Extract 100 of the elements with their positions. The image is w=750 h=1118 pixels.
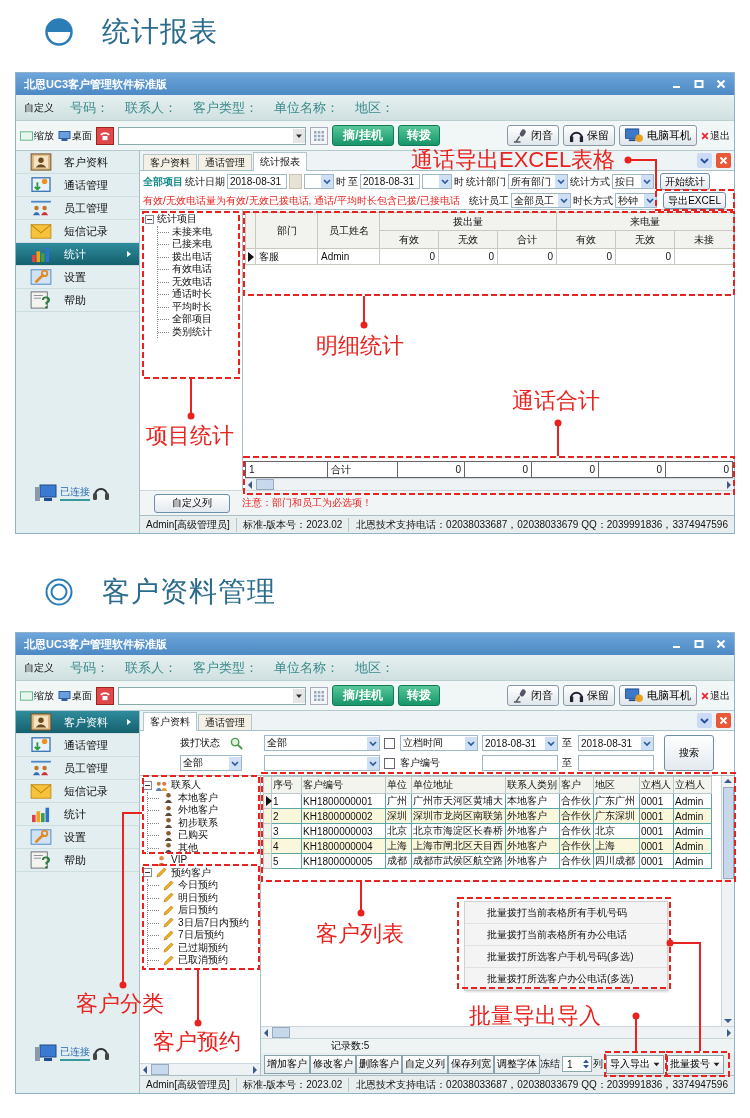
toolbar-button[interactable]: 修改客户 [310, 1054, 356, 1074]
exit-button[interactable]: 退出 [701, 688, 730, 703]
tree-item[interactable]: 其他 [148, 841, 260, 854]
tree-item[interactable]: VIP [143, 854, 260, 867]
maximize-icon[interactable] [694, 639, 704, 649]
tree-item[interactable]: 未接来电 [158, 225, 242, 238]
sidebar-item[interactable]: 短信记录 [16, 780, 139, 803]
sidebar-item[interactable]: 通话管理 [16, 174, 139, 197]
dropdown-field[interactable]: 全部 [180, 755, 242, 771]
search-icon[interactable] [230, 736, 243, 750]
dropdown-button[interactable]: 导入导出 [606, 1054, 664, 1074]
hold-button[interactable]: 保留 [563, 125, 615, 146]
tab[interactable]: 通话管理 [198, 714, 252, 730]
menu-item[interactable]: 批量拨打当前表格所有手机号码 [465, 902, 667, 924]
tree-item[interactable]: 平均时长 [158, 300, 242, 313]
start-button[interactable]: 开始统计 [660, 173, 710, 190]
pc-headset-button[interactable]: 电脑耳机 [619, 685, 697, 706]
tree-item[interactable]: 后日预约 [148, 904, 260, 917]
tree-item[interactable]: 今日预约 [148, 879, 260, 892]
close-icon[interactable] [716, 713, 731, 728]
minus-box-icon[interactable] [143, 868, 152, 878]
hour-dropdown[interactable] [422, 174, 452, 189]
menu-item[interactable]: 批量拨打当前表格所有办公电话 [465, 924, 667, 946]
dropdown-field[interactable]: 按日 [612, 174, 654, 189]
hold-button[interactable]: 保留 [563, 685, 615, 706]
tree-item[interactable]: 类别统计 [158, 325, 242, 338]
zoom-button[interactable]: 缩放 [20, 688, 54, 703]
sidebar-item[interactable]: 客户资料 [16, 711, 139, 734]
sidebar-item[interactable]: 通话管理 [16, 734, 139, 757]
desktop-button[interactable]: 桌面 [58, 688, 92, 703]
tree-item[interactable]: 3日后7日内预约 [148, 916, 260, 929]
tree-item[interactable]: 已取消预约 [148, 954, 260, 967]
scrollbar[interactable] [140, 1063, 260, 1075]
maximize-icon[interactable] [694, 79, 704, 89]
toolbar-button[interactable]: 删除客户 [356, 1054, 402, 1074]
checkbox[interactable] [384, 757, 395, 769]
number-field[interactable] [118, 126, 306, 145]
customize-link[interactable]: 自定义 [24, 100, 54, 115]
tree-item[interactable]: 统计项目 [145, 213, 242, 226]
sidebar-item[interactable]: 统计 [16, 803, 139, 826]
scrollbar[interactable] [245, 478, 734, 490]
input-field[interactable] [482, 755, 558, 771]
tree-item[interactable]: 拨出电话 [158, 250, 242, 263]
tree-item[interactable]: 联系人 [143, 779, 260, 792]
dropdown-field[interactable] [264, 755, 380, 771]
chevron-down-icon[interactable] [697, 153, 712, 168]
export-button[interactable]: 导出EXCEL [663, 192, 726, 209]
tree-item[interactable]: 已过期预约 [148, 941, 260, 954]
dropdown-button[interactable]: 批量拨号 [666, 1054, 724, 1074]
tree-item[interactable]: 全部项目 [158, 313, 242, 326]
sidebar-item[interactable]: 帮助 [16, 849, 139, 872]
tree-item[interactable]: 明日预约 [148, 891, 260, 904]
menu-item[interactable]: 批量拨打所选客户办公电话(多选) [465, 968, 667, 990]
tree-item[interactable]: 外地客户 [148, 804, 260, 817]
pc-headset-button[interactable]: 电脑耳机 [619, 125, 697, 146]
mute-button[interactable]: 闭音 [507, 685, 559, 706]
tree-item[interactable]: 有效电话 [158, 263, 242, 276]
tab[interactable]: 统计报表 [253, 152, 307, 171]
tree-item[interactable]: 预约客户 [143, 866, 260, 879]
close-icon[interactable] [716, 79, 726, 89]
date-field[interactable]: 2018-08-31 [578, 735, 654, 751]
sidebar-item[interactable]: 员工管理 [16, 757, 139, 780]
input-field[interactable] [578, 755, 654, 771]
tree-item[interactable]: 7日后预约 [148, 929, 260, 942]
sidebar-item[interactable]: 客户资料 [16, 151, 139, 174]
menu-item[interactable]: 批量拨打所选客户手机号码(多选) [465, 946, 667, 968]
minus-box-icon[interactable] [143, 780, 152, 790]
tree-item[interactable]: 本地客户 [148, 791, 260, 804]
tree-item[interactable]: 已购买 [148, 829, 260, 842]
tree-item[interactable]: 已接来电 [158, 238, 242, 251]
custom-columns-button[interactable]: 自定义列 [154, 493, 230, 513]
close-icon[interactable] [716, 153, 731, 168]
mute-button[interactable]: 闭音 [507, 125, 559, 146]
hour-dropdown[interactable] [304, 174, 334, 189]
toolbar-button[interactable]: 调整字体 [494, 1054, 540, 1074]
search-button[interactable]: 搜索 [664, 735, 714, 771]
dropdown-field[interactable]: 全部员工 [511, 193, 572, 208]
sidebar-item[interactable]: 统计 [16, 243, 139, 266]
toolbar-button[interactable]: 增加客户 [264, 1054, 310, 1074]
tree-item[interactable]: 初步联系 [148, 816, 260, 829]
date-field[interactable]: 2018-08-31 [227, 174, 287, 189]
spinner-field[interactable]: 1 [562, 1056, 592, 1072]
exit-button[interactable]: 退出 [701, 128, 730, 143]
tab[interactable]: 通话管理 [198, 154, 252, 170]
date-field[interactable]: 2018-08-31 [482, 735, 558, 751]
customize-link[interactable]: 自定义 [24, 660, 54, 675]
minus-box-icon[interactable] [145, 214, 154, 224]
tab[interactable]: 客户资料 [143, 154, 197, 170]
phone-button[interactable] [96, 686, 114, 705]
scrollbar[interactable] [261, 1026, 734, 1038]
dropdown-field[interactable]: 全部 [264, 735, 380, 751]
zoom-button[interactable]: 缩放 [20, 128, 54, 143]
toolbar-button[interactable]: 自定义列 [402, 1054, 448, 1074]
sidebar-item[interactable]: 帮助 [16, 289, 139, 312]
keypad-button[interactable] [310, 126, 328, 145]
sidebar-item[interactable]: 员工管理 [16, 197, 139, 220]
number-field[interactable] [118, 686, 306, 705]
keypad-button[interactable] [310, 686, 328, 705]
scrollbar[interactable] [721, 776, 734, 1026]
close-icon[interactable] [716, 639, 726, 649]
